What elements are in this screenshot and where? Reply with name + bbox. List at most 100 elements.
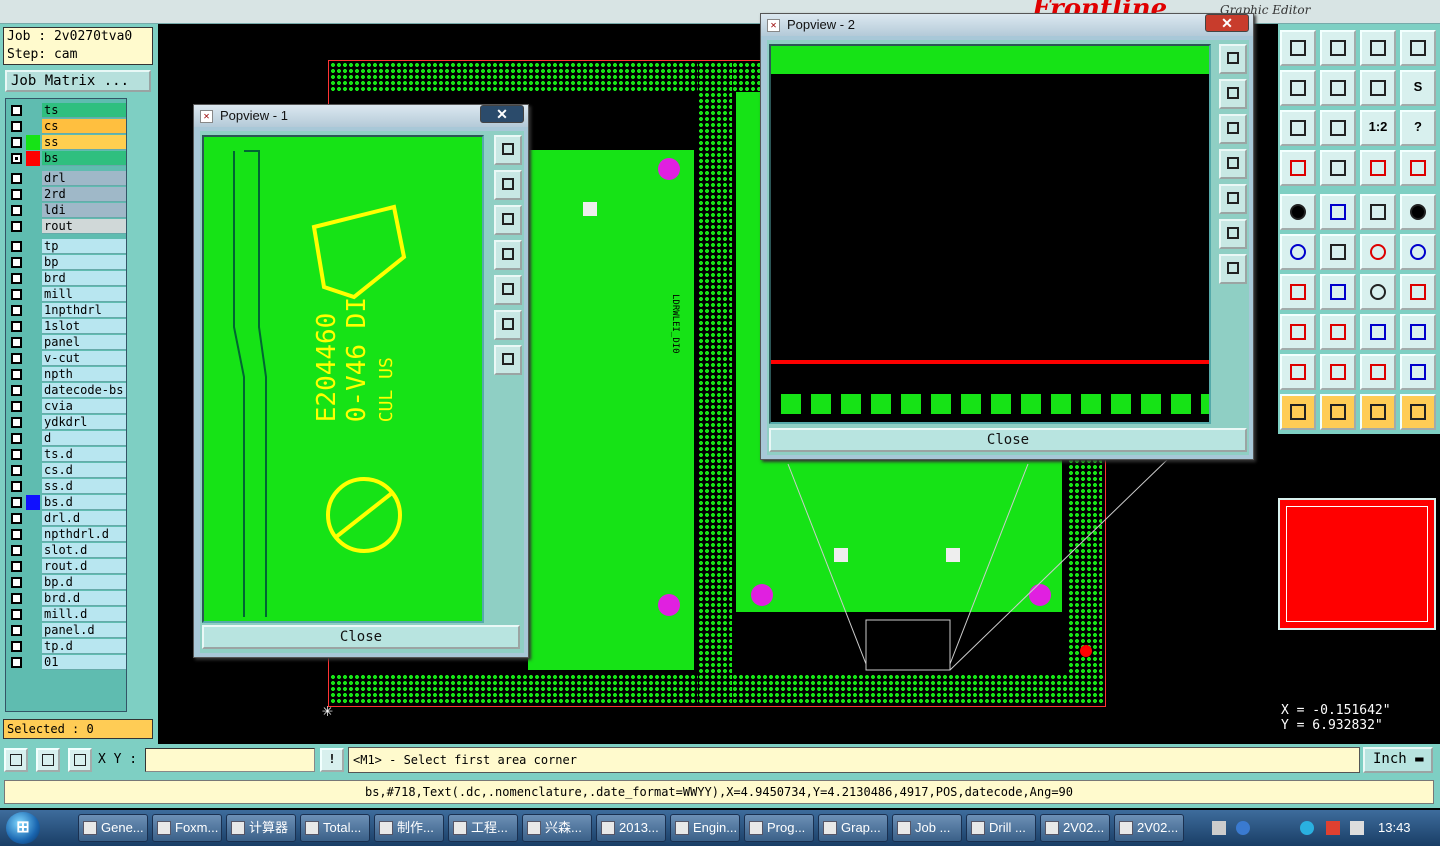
tool-button[interactable] [1320, 194, 1356, 230]
tool-button[interactable] [1400, 394, 1436, 430]
layer-row[interactable]: rout.d [8, 559, 126, 574]
popview-1-close-button[interactable]: Close [202, 625, 520, 649]
layer-row[interactable]: ydkdrl [8, 415, 126, 430]
layer-row[interactable]: cvia [8, 399, 126, 414]
layer-row[interactable]: cs.d [8, 463, 126, 478]
layer-checkbox[interactable] [11, 401, 22, 412]
layer-checkbox[interactable] [11, 257, 22, 268]
layer-row[interactable]: panel [8, 335, 126, 350]
view-tool-button[interactable] [1219, 219, 1247, 249]
tool-button[interactable] [1320, 314, 1356, 350]
tool-button[interactable] [1360, 150, 1396, 186]
layer-row[interactable]: datecode-bs [8, 383, 126, 398]
tool-button[interactable] [1360, 234, 1396, 270]
taskbar-item[interactable]: 计算器 [226, 814, 296, 842]
layer-checkbox[interactable] [11, 417, 22, 428]
layer-checkbox[interactable] [11, 561, 22, 572]
layer-row[interactable]: panel.d [8, 623, 126, 638]
tool-button[interactable] [1320, 70, 1356, 106]
layer-checkbox[interactable] [11, 105, 22, 116]
tool-button[interactable] [1320, 394, 1356, 430]
help-icon[interactable] [1236, 821, 1250, 835]
layer-row[interactable]: ldi [8, 203, 126, 218]
layer-checkbox[interactable] [11, 121, 22, 132]
popview-2-close-button[interactable]: Close [769, 428, 1247, 452]
layer-row[interactable]: tp [8, 239, 126, 254]
tool-button[interactable] [1320, 30, 1356, 66]
tool-button[interactable] [1280, 354, 1316, 390]
layer-checkbox[interactable] [11, 497, 22, 508]
tool-button[interactable] [1400, 234, 1436, 270]
tool-button[interactable] [1280, 194, 1316, 230]
tool-button[interactable] [1280, 30, 1316, 66]
tool-button[interactable]: S [1400, 70, 1436, 106]
tool-button[interactable] [1400, 274, 1436, 310]
layer-row[interactable]: 2rd [8, 187, 126, 202]
tool-button[interactable] [1320, 354, 1356, 390]
view-tool-button[interactable] [1219, 149, 1247, 179]
angle-mode-button[interactable] [36, 748, 60, 772]
layer-row[interactable]: ts.d [8, 447, 126, 462]
view-tool-button[interactable] [494, 170, 522, 200]
layer-row[interactable]: bs.d [8, 495, 126, 510]
layer-checkbox[interactable] [11, 189, 22, 200]
layer-checkbox[interactable] [11, 353, 22, 364]
layer-checkbox[interactable] [11, 593, 22, 604]
tool-button[interactable] [1280, 110, 1316, 146]
layer-checkbox[interactable] [11, 465, 22, 476]
layer-checkbox[interactable] [11, 137, 22, 148]
taskbar-item[interactable]: 工程... [448, 814, 518, 842]
tool-button[interactable] [1280, 274, 1316, 310]
layer-checkbox[interactable] [11, 481, 22, 492]
layer-row[interactable]: brd.d [8, 591, 126, 606]
layer-checkbox[interactable] [11, 529, 22, 540]
volume-icon[interactable] [1350, 821, 1364, 835]
tool-button[interactable] [1360, 70, 1396, 106]
tool-button[interactable] [1320, 234, 1356, 270]
layer-row[interactable]: 01 [8, 655, 126, 670]
tool-button[interactable] [1320, 150, 1356, 186]
layer-row[interactable]: v-cut [8, 351, 126, 366]
tool-button[interactable] [1360, 274, 1396, 310]
layer-checkbox[interactable] [11, 321, 22, 332]
taskbar-item[interactable]: 兴森... [522, 814, 592, 842]
keyboard-icon[interactable] [1212, 821, 1226, 835]
tool-button[interactable]: 1:2 [1360, 110, 1396, 146]
popview-1-view[interactable]: E204460 0-V46 DI CUL US [202, 135, 484, 623]
view-tool-button[interactable] [1219, 79, 1247, 109]
layer-row[interactable]: bs [8, 151, 126, 166]
window-close-button[interactable]: ✕ [1205, 14, 1249, 32]
layer-checkbox[interactable] [11, 657, 22, 668]
taskbar-item[interactable]: 2V02... [1040, 814, 1110, 842]
tool-button[interactable] [1400, 354, 1436, 390]
layer-row[interactable]: d [8, 431, 126, 446]
tool-button[interactable] [1320, 274, 1356, 310]
layer-checkbox[interactable] [11, 205, 22, 216]
layer-checkbox[interactable] [11, 337, 22, 348]
taskbar-item[interactable]: Gene... [78, 814, 148, 842]
tool-button[interactable] [1280, 234, 1316, 270]
layer-checkbox[interactable] [11, 641, 22, 652]
tool-button[interactable] [1280, 150, 1316, 186]
taskbar-item[interactable]: Drill ... [966, 814, 1036, 842]
layer-checkbox[interactable] [11, 153, 22, 164]
network-icon[interactable] [1300, 821, 1314, 835]
layer-checkbox[interactable] [11, 577, 22, 588]
grid-mode-button[interactable] [68, 748, 92, 772]
layer-checkbox[interactable] [11, 513, 22, 524]
layer-checkbox[interactable] [11, 173, 22, 184]
layer-row[interactable]: ts [8, 103, 126, 118]
view-tool-button[interactable] [1219, 184, 1247, 214]
tool-button[interactable] [1400, 150, 1436, 186]
view-tool-button[interactable] [494, 310, 522, 340]
units-selector[interactable]: Inch ▬ [1363, 747, 1433, 773]
view-tool-button[interactable] [494, 205, 522, 235]
taskbar-item[interactable]: 2013... [596, 814, 666, 842]
layer-row[interactable]: cs [8, 119, 126, 134]
taskbar-item[interactable]: Grap... [818, 814, 888, 842]
layer-row[interactable]: bp.d [8, 575, 126, 590]
layer-row[interactable]: bp [8, 255, 126, 270]
layer-row[interactable]: slot.d [8, 543, 126, 558]
layer-row[interactable]: drl [8, 171, 126, 186]
tool-button[interactable] [1360, 30, 1396, 66]
